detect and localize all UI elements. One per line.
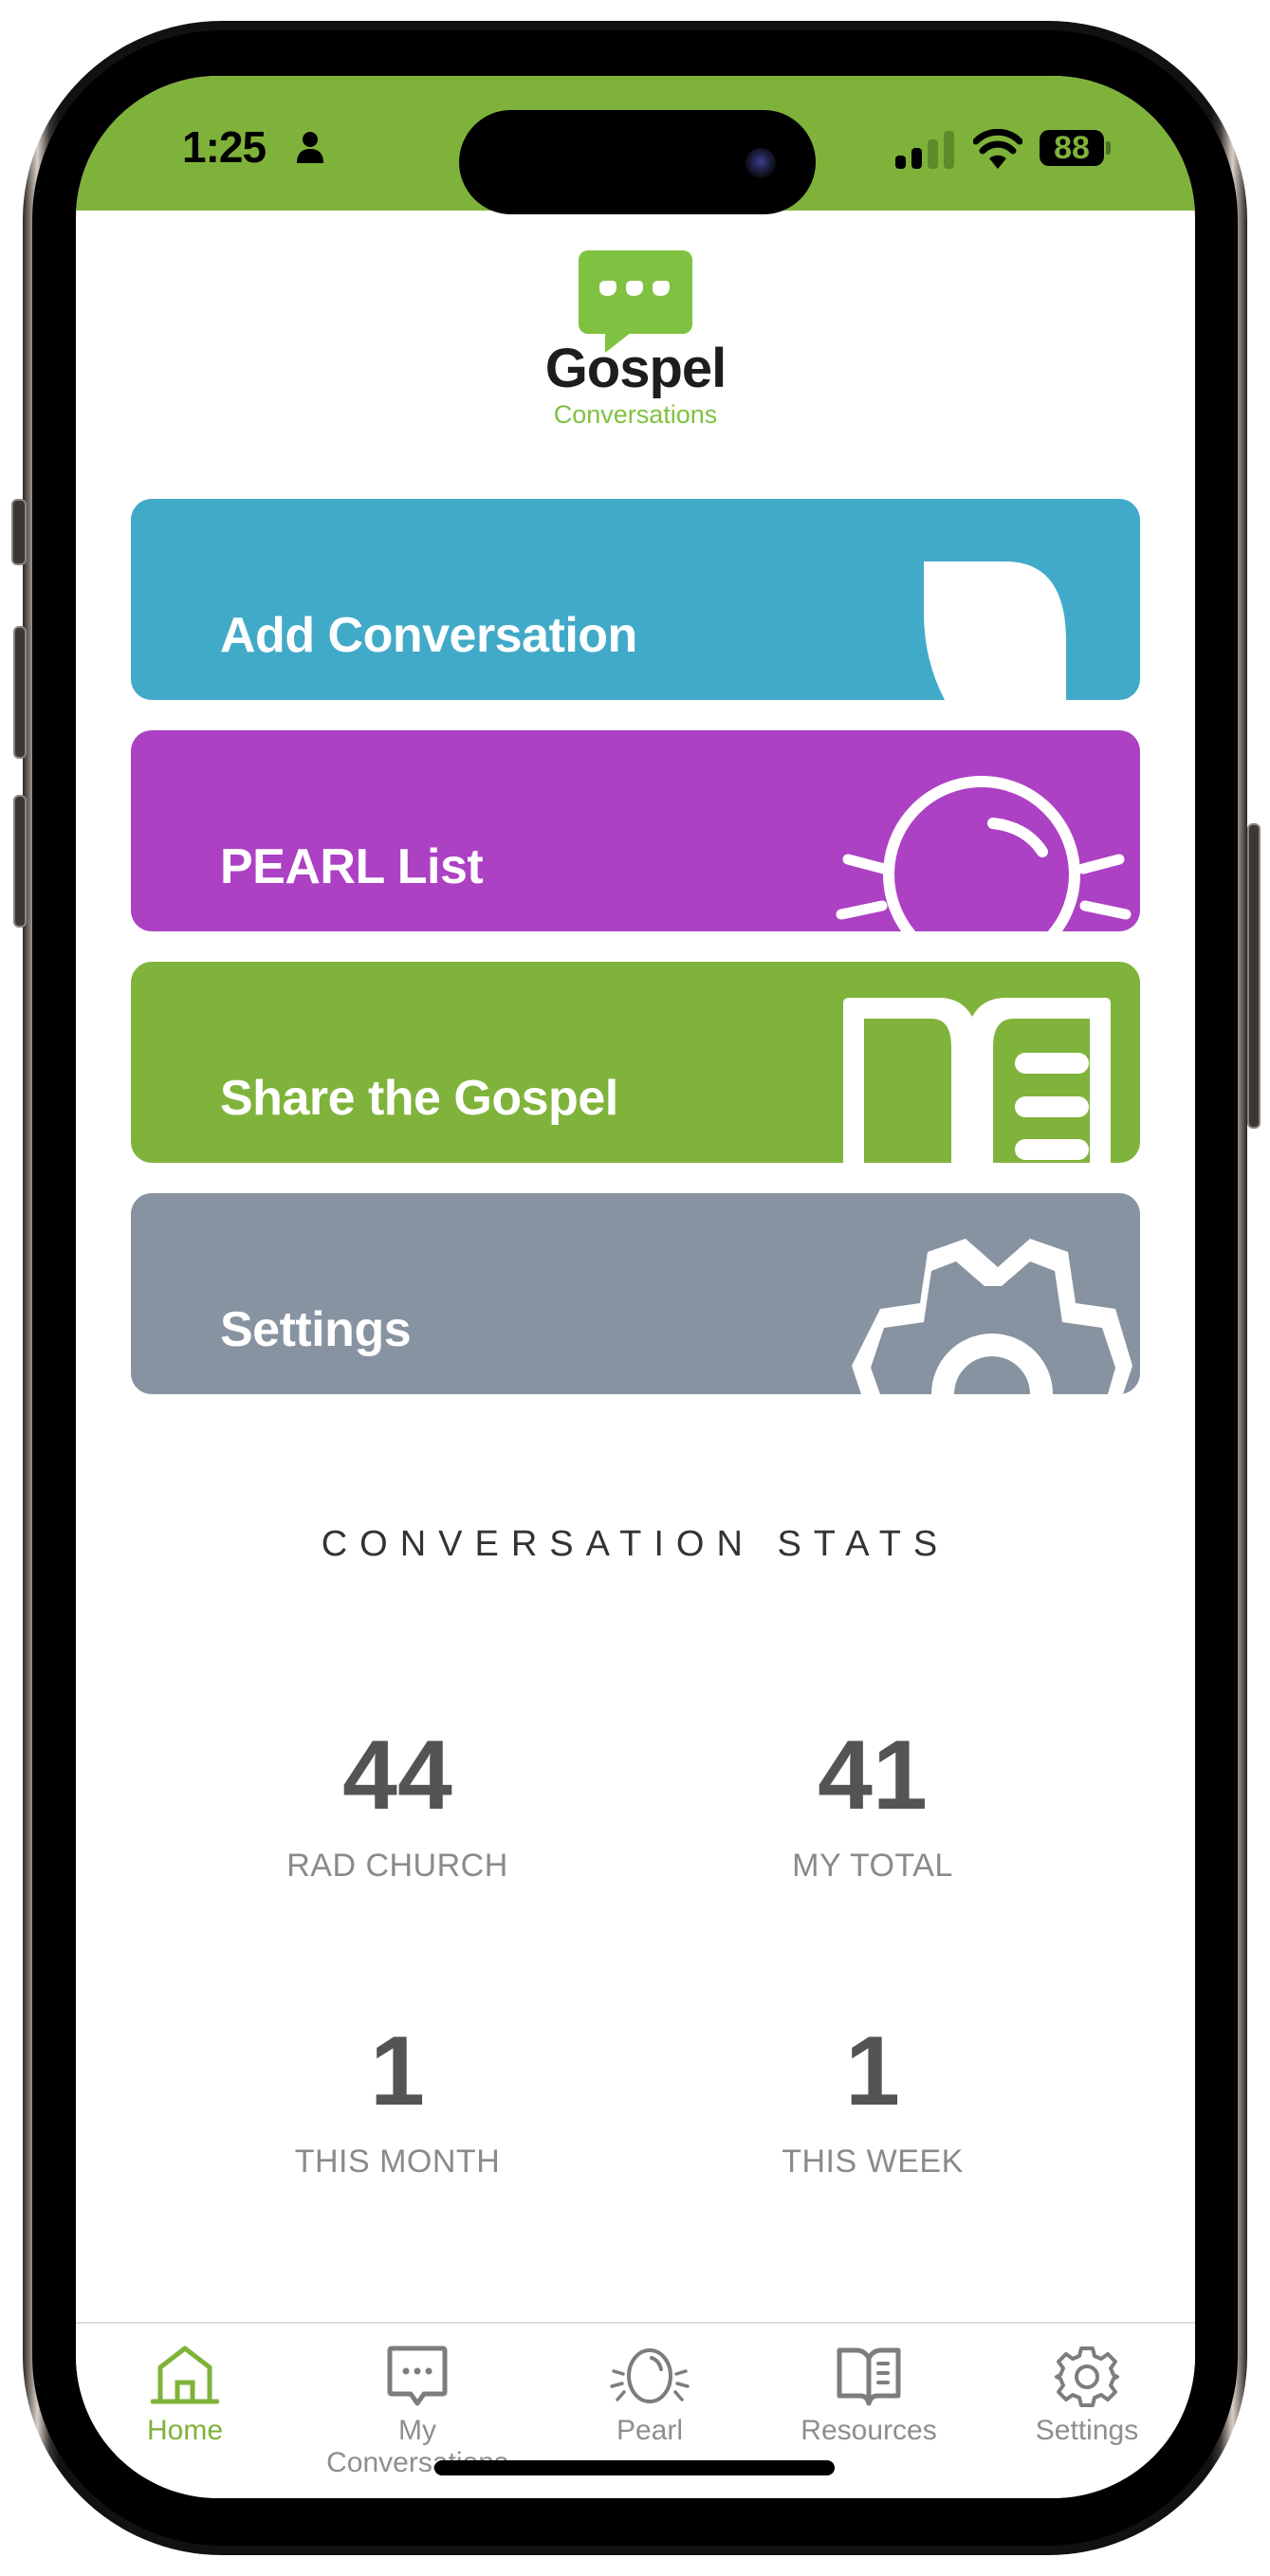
tab-label: Settings <box>1035 2415 1139 2446</box>
gear-icon <box>852 1239 1132 1394</box>
stats-title: CONVERSATION STATS <box>321 1524 950 1564</box>
status-bar: 1:25 88 <box>76 76 1195 214</box>
book-icon <box>843 998 1111 1163</box>
stat-this-week: 1 THIS WEEK <box>683 2022 1062 2180</box>
wifi-icon <box>973 129 1022 169</box>
volume-down-button <box>13 795 27 928</box>
logo-title: Gospel <box>544 338 727 399</box>
chat-bubble-icon <box>387 2346 448 2406</box>
tab-settings[interactable]: Settings <box>978 2324 1195 2466</box>
share-the-gospel-label: Share the Gospel <box>220 1071 618 1126</box>
settings-card-label: Settings <box>220 1302 412 1357</box>
signal-icon <box>895 131 954 169</box>
pearl-list-button[interactable]: PEARL List <box>131 730 1140 931</box>
pearl-list-label: PEARL List <box>220 839 484 894</box>
camera-icon <box>745 148 776 178</box>
tab-label: Pearl <box>616 2415 684 2446</box>
stat-label: RAD CHURCH <box>286 1848 508 1884</box>
dynamic-island <box>459 110 816 214</box>
stat-label: THIS MONTH <box>294 2144 501 2180</box>
pearl-icon <box>610 2348 690 2403</box>
stat-value: 44 <box>342 1720 452 1831</box>
tab-label: Resources <box>801 2415 937 2446</box>
tab-my-conversations[interactable]: My Conversations <box>308 2324 526 2478</box>
tab-label: Home <box>146 2415 224 2446</box>
home-indicator[interactable] <box>434 2460 835 2475</box>
add-conversation-button[interactable]: Add Conversation <box>131 499 1140 700</box>
action-button <box>11 499 27 565</box>
tab-resources[interactable]: Resources <box>760 2324 978 2466</box>
power-button <box>1247 823 1261 1129</box>
chat-bubble-icon <box>924 561 1066 700</box>
tab-pearl[interactable]: Pearl <box>541 2324 759 2466</box>
settings-card-button[interactable]: Settings <box>131 1193 1140 1394</box>
stat-my-total: 41 MY TOTAL <box>683 1726 1062 1885</box>
stat-value: 1 <box>845 2016 900 2126</box>
stat-label: THIS WEEK <box>782 2144 964 2180</box>
status-time: 1:25 <box>182 122 267 172</box>
battery-tip <box>1106 141 1111 155</box>
share-the-gospel-button[interactable]: Share the Gospel <box>131 962 1140 1163</box>
logo-subtitle: Conversations <box>553 400 718 429</box>
stat-this-month: 1 THIS MONTH <box>208 2022 587 2180</box>
app-screen: 1:25 88 Gospel Conversations Add Convers… <box>76 76 1195 2498</box>
add-conversation-label: Add Conversation <box>220 608 637 663</box>
volume-up-button <box>13 626 27 759</box>
tab-home[interactable]: Home <box>76 2324 294 2466</box>
stat-value: 41 <box>818 1720 928 1831</box>
stat-label: MY TOTAL <box>792 1848 953 1884</box>
stat-rad-church: 44 RAD CHURCH <box>208 1726 587 1885</box>
battery-icon: 88 <box>1040 130 1104 166</box>
home-icon <box>151 2346 219 2404</box>
gear-icon <box>1055 2346 1119 2407</box>
book-icon <box>837 2347 901 2406</box>
person-icon <box>297 132 323 163</box>
stat-value: 1 <box>370 2016 425 2126</box>
pearl-icon <box>836 776 1132 931</box>
